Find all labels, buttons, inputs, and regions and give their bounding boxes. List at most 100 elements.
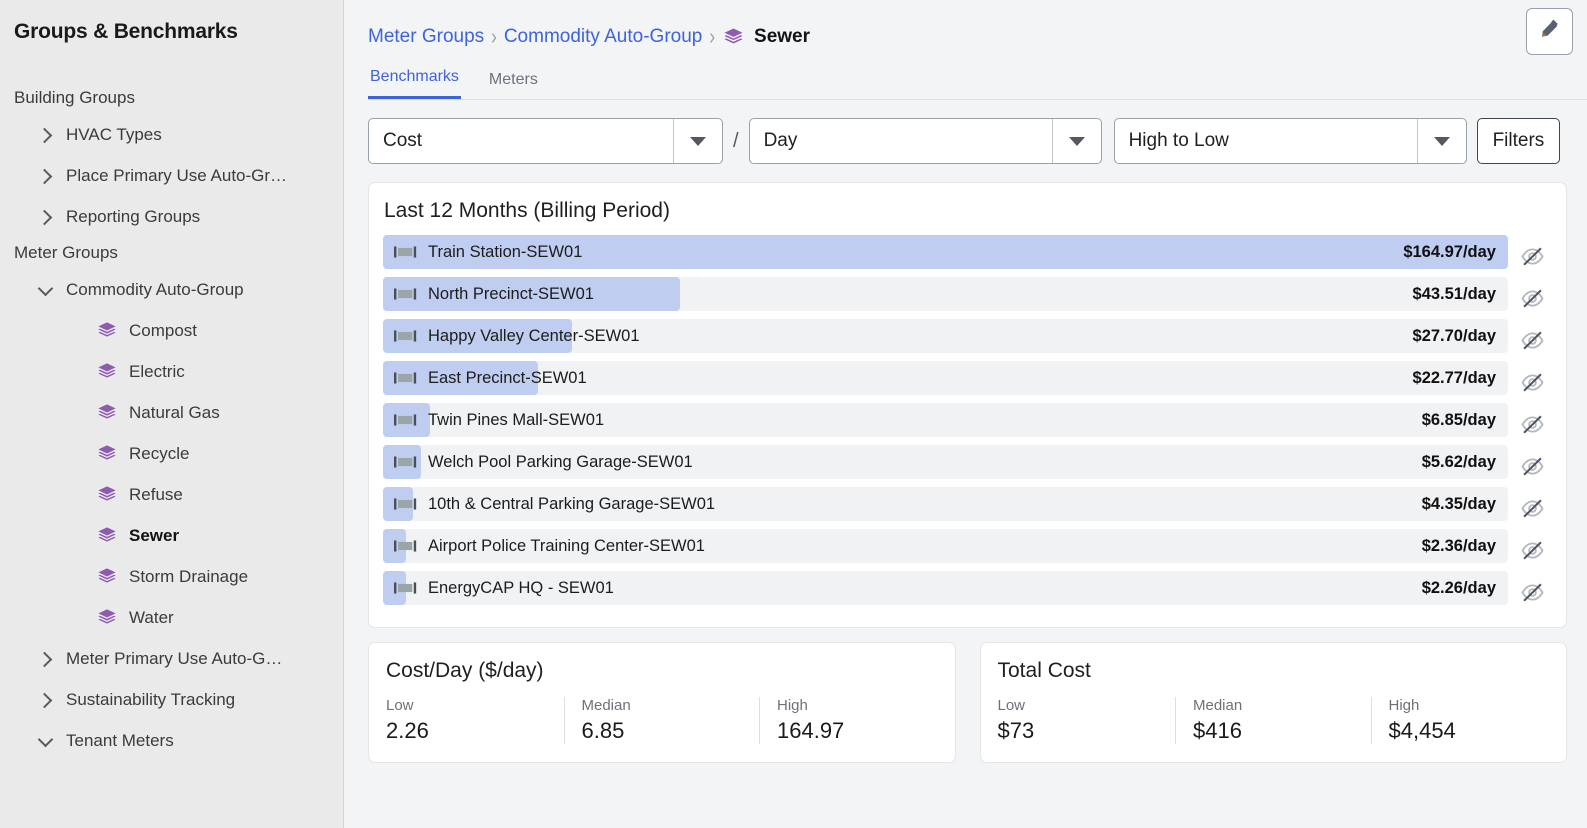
hide-benchmark-eye-slash-icon[interactable] — [1512, 575, 1552, 609]
layers-stack-icon — [96, 607, 118, 629]
stat-card-row: Cost/Day ($/day) Low 2.26 Median 6.85 High 164… — [368, 642, 1567, 763]
edit-button[interactable] — [1526, 8, 1573, 55]
sidebar-item-electric[interactable]: Electric — [0, 351, 343, 392]
metric-select[interactable]: Cost — [368, 118, 723, 164]
benchmark-row-label: Airport Police Training Center-SEW01 — [428, 536, 705, 555]
sidebar-item-refuse[interactable]: Refuse — [0, 474, 343, 515]
sidebar-item-label: Compost — [129, 320, 198, 340]
breadcrumb-separator-icon: › — [709, 23, 716, 50]
chevron-down-icon[interactable] — [38, 733, 54, 749]
controls-bar: Cost / Day High to Low Filters — [368, 118, 1587, 164]
chevron-down-icon[interactable] — [38, 282, 54, 298]
benchmark-row-value: $22.77/day — [1412, 368, 1496, 387]
stat-col-median: Median $416 — [1175, 697, 1371, 744]
tab-benchmarks[interactable]: Benchmarks — [368, 68, 461, 99]
hide-benchmark-eye-slash-icon[interactable] — [1512, 239, 1552, 273]
sidebar-item-label: Sustainability Tracking — [66, 689, 236, 709]
stat-value: 6.85 — [581, 718, 625, 743]
benchmark-row[interactable]: Twin Pines Mall-SEW01 $6.85/day — [383, 403, 1552, 445]
chevron-right-icon[interactable] — [38, 692, 54, 708]
stat-label: Low — [386, 697, 414, 714]
layers-stack-icon — [96, 566, 118, 588]
meter-icon — [394, 371, 418, 385]
chevron-right-icon[interactable] — [38, 127, 54, 143]
sidebar-title: Groups & Benchmarks — [14, 20, 238, 43]
sidebar-item-natural-gas[interactable]: Natural Gas — [0, 392, 343, 433]
layers-stack-icon — [96, 361, 118, 383]
period-select[interactable]: Day — [748, 118, 1102, 164]
benchmark-card-title: Last 12 Months (Billing Period) — [384, 199, 670, 222]
benchmark-row[interactable]: Happy Valley Center-SEW01 $27.70/day — [383, 319, 1552, 361]
hide-benchmark-eye-slash-icon[interactable] — [1512, 365, 1552, 399]
main-content: Meter Groups › Commodity Auto-Group › Se… — [344, 0, 1587, 828]
stat-card-cost-day-day: Cost/Day ($/day) Low 2.26 Median 6.85 High 164… — [368, 642, 956, 763]
filters-button[interactable]: Filters — [1476, 118, 1561, 164]
breadcrumb-item-commodity-auto-group[interactable]: Commodity Auto-Group — [504, 26, 703, 48]
meter-icon — [394, 497, 418, 511]
chevron-down-icon[interactable] — [1416, 119, 1466, 163]
breadcrumb-separator-icon: › — [491, 23, 497, 50]
stat-col-median: Median 6.85 — [563, 697, 760, 744]
benchmark-row[interactable]: East Precinct-SEW01 $22.77/day — [383, 361, 1552, 403]
benchmark-row-label: 10th & Central Parking Garage-SEW01 — [428, 494, 716, 513]
sidebar-item-hvac-types[interactable]: HVAC Types — [0, 114, 343, 155]
chevron-down-icon[interactable] — [673, 119, 722, 163]
sidebar-item-label: Water — [129, 607, 174, 627]
sidebar-section-meter-groups: Meter Groups — [14, 243, 118, 262]
sidebar-item-label: Place Primary Use Auto-Gr… — [66, 165, 288, 185]
sidebar-item-storm-drainage[interactable]: Storm Drainage — [0, 556, 343, 597]
stat-label: Median — [1193, 697, 1243, 714]
benchmark-row[interactable]: 10th & Central Parking Garage-SEW01 $4.35… — [383, 487, 1552, 529]
chevron-down-icon[interactable] — [1051, 119, 1101, 163]
hide-benchmark-eye-slash-icon[interactable] — [1512, 533, 1552, 567]
stat-label: Median — [581, 697, 631, 714]
sidebar-item-label: Sewer — [129, 525, 180, 545]
meter-icon — [394, 455, 418, 469]
benchmark-row-label: EnergyCAP HQ - SEW01 — [428, 578, 614, 597]
hide-benchmark-eye-slash-icon[interactable] — [1512, 407, 1552, 441]
hide-benchmark-eye-slash-icon[interactable] — [1512, 449, 1552, 483]
stat-value: $4,454 — [1388, 718, 1456, 743]
benchmark-row-label: Welch Pool Parking Garage-SEW01 — [428, 452, 693, 471]
sort-select[interactable]: High to Low — [1113, 118, 1467, 164]
sidebar-item-place-primary-use-auto-gr[interactable]: Place Primary Use Auto-Gr… — [0, 155, 343, 196]
sidebar-item-label: Recycle — [129, 443, 190, 463]
sidebar-item-reporting-groups[interactable]: Reporting Groups — [0, 196, 343, 237]
hide-benchmark-eye-slash-icon[interactable] — [1512, 281, 1552, 315]
metric-select-value: Cost — [383, 130, 423, 151]
app-root: Groups & Benchmarks Building Groups HVAC … — [0, 0, 1587, 828]
hide-benchmark-eye-slash-icon[interactable] — [1512, 491, 1552, 525]
sidebar-item-meter-primary-use-auto-g[interactable]: Meter Primary Use Auto-G… — [0, 638, 343, 679]
sidebar-item-commodity-auto-group[interactable]: Commodity Auto-Group — [0, 269, 343, 310]
sidebar-item-compost[interactable]: Compost — [0, 310, 343, 351]
chevron-right-icon[interactable] — [38, 168, 54, 184]
sidebar-item-sewer[interactable]: Sewer — [0, 515, 343, 556]
meter-icon — [394, 413, 418, 427]
benchmark-row-value: $6.85/day — [1421, 410, 1496, 429]
sidebar-section-building-groups: Building Groups — [14, 88, 135, 107]
sidebar-nav: Building Groups HVAC Types Place Primary U… — [0, 82, 343, 761]
chevron-right-icon[interactable] — [38, 651, 54, 667]
benchmark-row[interactable]: North Precinct-SEW01 $43.51/day — [383, 277, 1552, 319]
sidebar-item-label: Storm Drainage — [129, 566, 249, 586]
breadcrumb: Meter Groups › Commodity Auto-Group › Se… — [344, 0, 1587, 54]
breadcrumb-current: Sewer — [722, 26, 810, 49]
sidebar-item-tenant-meters[interactable]: Tenant Meters — [0, 720, 343, 761]
sidebar-item-water[interactable]: Water — [0, 597, 343, 638]
tab-meters[interactable]: Meters — [487, 71, 540, 99]
sidebar-item-recycle[interactable]: Recycle — [0, 433, 343, 474]
benchmark-row[interactable]: EnergyCAP HQ - SEW01 $2.26/day — [383, 571, 1552, 613]
hide-benchmark-eye-slash-icon[interactable] — [1512, 323, 1552, 357]
breadcrumb-item-meter-groups[interactable]: Meter Groups — [368, 26, 484, 48]
benchmark-row[interactable]: Welch Pool Parking Garage-SEW01 $5.62/day — [383, 445, 1552, 487]
sidebar-item-label: Refuse — [129, 484, 183, 504]
meter-icon — [394, 539, 418, 553]
chevron-right-icon[interactable] — [38, 209, 54, 225]
pencil-icon — [1537, 17, 1562, 47]
divider-slash: / — [733, 129, 739, 152]
stat-value: $416 — [1193, 718, 1242, 743]
benchmark-row[interactable]: Airport Police Training Center-SEW01 $2.3… — [383, 529, 1552, 571]
sidebar-item-sustainability-tracking[interactable]: Sustainability Tracking — [0, 679, 343, 720]
benchmark-row[interactable]: Train Station-SEW01 $164.97/day — [383, 235, 1552, 277]
stat-value: 2.26 — [386, 718, 429, 743]
